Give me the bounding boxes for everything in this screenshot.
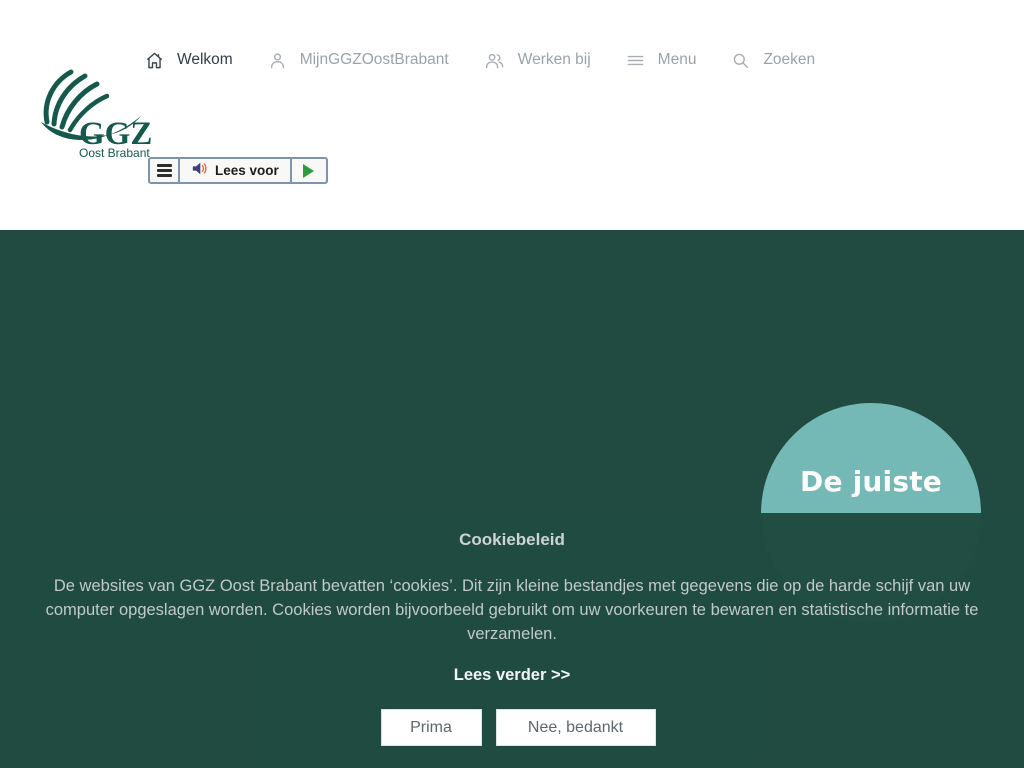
play-icon [303,164,314,178]
ggz-logo[interactable]: GGZ Oost Brabant [33,66,159,162]
nav-label: Welkom [177,51,233,69]
speaker-icon [191,161,208,181]
cookie-read-more-link[interactable]: Lees verder >> [0,666,1024,685]
readspeaker-listen-button[interactable]: Lees voor [180,159,290,182]
readspeaker-play-button[interactable] [290,159,326,182]
ggz-logo-graphic: GGZ Oost Brabant [33,66,159,162]
cookie-accept-button[interactable]: Prima [381,709,482,746]
nav-item-welkom[interactable]: Welkom [145,51,233,70]
nav-item-mijnggzoostbrabant[interactable]: MijnGGZOostBrabant [268,51,449,70]
nav-item-werken-bij[interactable]: Werken bij [484,51,591,70]
hero-circle-text: De juiste [761,465,981,498]
nav-label: Werken bij [518,51,591,69]
cookie-decline-button[interactable]: Nee, bedankt [496,709,656,746]
site-header: GGZ Oost Brabant Welkom MijnGGZ [0,0,1024,230]
search-icon [731,51,750,70]
cookie-banner: Cookiebeleid De websites van GGZ Oost Br… [0,513,1024,768]
readspeaker-widget: Lees voor [148,157,328,184]
cookie-banner-buttons: Prima Nee, bedankt [0,709,1024,746]
home-icon [145,51,164,70]
cookie-banner-title: Cookiebeleid [0,530,1024,550]
users-icon [484,51,505,70]
nav-label: Menu [658,51,697,69]
main-navigation: Welkom MijnGGZOostBrabant Werken bij [145,46,815,74]
nav-label: Zoeken [763,51,815,69]
nav-label: MijnGGZOostBrabant [300,51,449,69]
readspeaker-menu-button[interactable] [150,159,180,182]
cookie-banner-body: De websites van GGZ Oost Brabant bevatte… [45,574,980,646]
svg-text:Oost Brabant: Oost Brabant [79,146,150,160]
nav-item-menu[interactable]: Menu [626,51,697,70]
readspeaker-label: Lees voor [215,163,279,178]
nav-item-zoeken[interactable]: Zoeken [731,51,815,70]
user-icon [268,51,287,70]
menu-icon [626,51,645,70]
